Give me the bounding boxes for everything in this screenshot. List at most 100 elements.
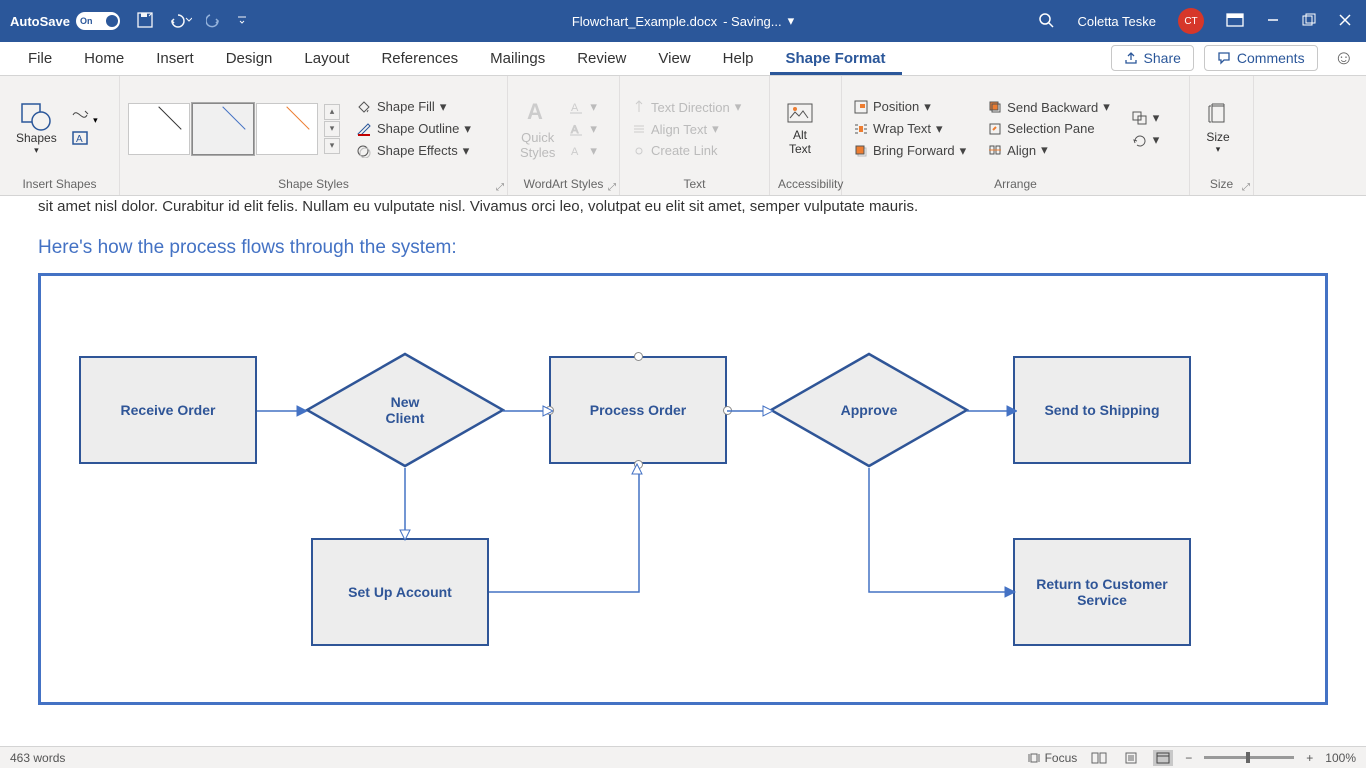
- title-bar: AutoSave On Flowchart_Example.docx - Sav…: [0, 0, 1366, 42]
- node-return-cs[interactable]: Return to Customer Service: [1013, 538, 1191, 646]
- tab-home[interactable]: Home: [68, 44, 140, 75]
- shapes-button[interactable]: Shapes▾: [8, 97, 65, 160]
- shape-outline-button[interactable]: Shape Outline ▾: [352, 119, 475, 139]
- wrap-text-button[interactable]: Wrap Text ▾: [850, 119, 970, 139]
- tab-shape-format[interactable]: Shape Format: [770, 44, 902, 75]
- zoom-in-icon[interactable]: +: [1306, 751, 1313, 765]
- web-layout-icon[interactable]: [1153, 750, 1173, 766]
- text-effects-icon: A▾: [565, 141, 601, 161]
- document-title: Flowchart_Example.docx - Saving... ▾: [572, 13, 794, 29]
- user-avatar[interactable]: CT: [1178, 8, 1204, 34]
- group-wordart-styles: A Quick Styles A▾ A▾ A▾ WordArt Styles ⤢: [508, 76, 620, 195]
- node-send-shipping[interactable]: Send to Shipping: [1013, 356, 1191, 464]
- zoom-level[interactable]: 100%: [1325, 751, 1356, 765]
- gallery-up-icon[interactable]: ▴: [324, 104, 340, 120]
- node-setup-account[interactable]: Set Up Account: [311, 538, 489, 646]
- style-gallery[interactable]: [128, 103, 318, 155]
- selection-pane-button[interactable]: Selection Pane: [984, 119, 1114, 138]
- node-approve[interactable]: Approve: [769, 352, 969, 468]
- style-preset-1[interactable]: [128, 103, 190, 155]
- arrow-connector[interactable]: [727, 404, 773, 418]
- user-name[interactable]: Coletta Teske: [1077, 14, 1156, 29]
- node-new-client[interactable]: New Client: [305, 352, 505, 468]
- group-insert-shapes: Shapes▾ ▾ A Insert Shapes: [0, 76, 120, 195]
- group-size: Size▾ Size ⤢: [1190, 76, 1254, 195]
- zoom-out-icon[interactable]: −: [1185, 751, 1192, 765]
- undo-icon[interactable]: [168, 12, 192, 31]
- arrow-connector[interactable]: [863, 468, 1017, 598]
- word-count[interactable]: 463 words: [10, 751, 65, 765]
- print-layout-icon[interactable]: [1121, 750, 1141, 766]
- text-direction-button: Text Direction ▾: [628, 97, 745, 117]
- minimize-icon[interactable]: [1266, 13, 1280, 30]
- zoom-slider[interactable]: [1204, 756, 1294, 759]
- autosave-label: AutoSave: [10, 14, 70, 29]
- tab-insert[interactable]: Insert: [140, 44, 210, 75]
- shape-fill-button[interactable]: Shape Fill ▾: [352, 97, 475, 117]
- position-button[interactable]: Position ▾: [850, 97, 970, 117]
- redo-icon[interactable]: [206, 12, 222, 31]
- edit-shape-icon[interactable]: ▾: [71, 107, 98, 128]
- tab-review[interactable]: Review: [561, 44, 642, 75]
- text-fill-icon: A▾: [565, 97, 601, 117]
- group-text: Text Direction ▾ Align Text ▾ Create Lin…: [620, 76, 770, 195]
- shape-effects-button[interactable]: Shape Effects ▾: [352, 141, 475, 161]
- size-button[interactable]: Size▾: [1198, 98, 1238, 159]
- group-accessibility: Alt Text Accessibility: [770, 76, 842, 195]
- qat-more-icon[interactable]: [236, 14, 248, 29]
- save-icon[interactable]: [136, 11, 154, 32]
- ribbon: Shapes▾ ▾ A Insert Shapes ▴ ▾ ▾ Shape Fi…: [0, 76, 1366, 196]
- search-icon[interactable]: [1037, 11, 1055, 32]
- shape-styles-launcher-icon[interactable]: ⤢: [496, 182, 504, 193]
- quick-access-toolbar: [136, 11, 248, 32]
- send-backward-button[interactable]: Send Backward ▾: [984, 97, 1114, 117]
- arrow-connector[interactable]: [393, 468, 417, 542]
- flowchart-frame[interactable]: Receive Order New Client Process Order A…: [38, 273, 1328, 705]
- ribbon-tabs: File Home Insert Design Layout Reference…: [0, 42, 1366, 76]
- arrow-connector[interactable]: [503, 404, 553, 418]
- gallery-more-icon[interactable]: ▾: [324, 138, 340, 154]
- close-icon[interactable]: [1338, 13, 1352, 30]
- alt-text-button[interactable]: Alt Text: [778, 98, 822, 160]
- size-launcher-icon[interactable]: ⤢: [1242, 182, 1250, 193]
- heading-text[interactable]: Here's how the process flows through the…: [38, 237, 1328, 259]
- arrow-connector[interactable]: [489, 462, 643, 596]
- tab-references[interactable]: References: [365, 44, 474, 75]
- style-preset-3[interactable]: [256, 103, 318, 155]
- arrow-connector[interactable]: [257, 404, 307, 418]
- document-canvas[interactable]: sit amet nisl dolor. Curabitur id elit f…: [0, 196, 1366, 746]
- share-button[interactable]: Share: [1111, 45, 1194, 71]
- maximize-icon[interactable]: [1302, 13, 1316, 30]
- tab-file[interactable]: File: [12, 44, 68, 75]
- gallery-down-icon[interactable]: ▾: [324, 121, 340, 137]
- group-arrange: Position ▾ Wrap Text ▾ Bring Forward ▾ S…: [842, 76, 1190, 195]
- read-mode-icon[interactable]: [1089, 750, 1109, 766]
- text-box-icon[interactable]: A: [71, 130, 98, 151]
- feedback-icon[interactable]: ☺: [1334, 47, 1354, 70]
- ribbon-display-icon[interactable]: [1226, 13, 1244, 30]
- selection-handle[interactable]: [634, 352, 643, 361]
- node-process-order[interactable]: Process Order: [549, 356, 727, 464]
- tab-layout[interactable]: Layout: [288, 44, 365, 75]
- comments-button[interactable]: Comments: [1204, 45, 1318, 71]
- tab-design[interactable]: Design: [210, 44, 289, 75]
- svg-text:A: A: [571, 146, 579, 158]
- quick-styles-button: A Quick Styles: [516, 95, 559, 162]
- tab-view[interactable]: View: [642, 44, 706, 75]
- autosave-toggle[interactable]: On: [76, 12, 120, 30]
- title-dropdown-icon[interactable]: ▾: [788, 13, 795, 29]
- wordart-launcher-icon[interactable]: ⤢: [608, 182, 616, 193]
- rotate-icon[interactable]: ▾: [1128, 130, 1164, 150]
- bring-forward-button[interactable]: Bring Forward ▾: [850, 141, 970, 161]
- group-icon[interactable]: ▾: [1128, 108, 1164, 128]
- align-button[interactable]: Align ▾: [984, 140, 1114, 160]
- body-text[interactable]: sit amet nisl dolor. Curabitur id elit f…: [38, 198, 1328, 215]
- style-preset-2[interactable]: [192, 103, 254, 155]
- arrow-connector[interactable]: [967, 404, 1017, 418]
- node-receive-order[interactable]: Receive Order: [79, 356, 257, 464]
- text-outline-icon: A▾: [565, 119, 601, 139]
- svg-text:A: A: [76, 134, 83, 145]
- tab-help[interactable]: Help: [707, 44, 770, 75]
- tab-mailings[interactable]: Mailings: [474, 44, 561, 75]
- focus-button[interactable]: Focus: [1027, 751, 1078, 765]
